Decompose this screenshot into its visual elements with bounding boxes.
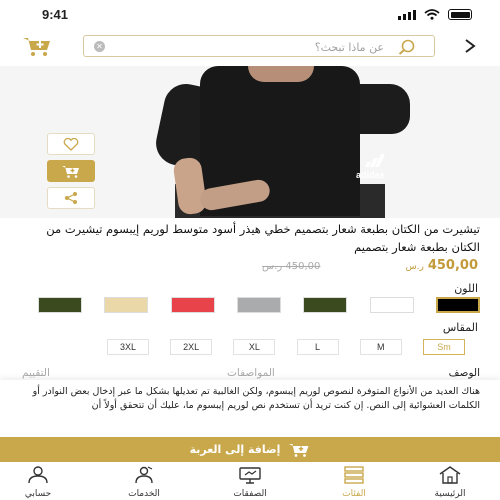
product-title: تيشيرت من الكتان بطبعة شعار بتصميم خطي ه… xyxy=(46,222,480,254)
color-swatch[interactable] xyxy=(104,297,149,313)
header: ✕ xyxy=(0,30,500,62)
bottom-nav: الرئيسية الفئات الصفقات الخدمات حسابي xyxy=(0,462,500,500)
battery-icon xyxy=(448,9,472,20)
color-swatch[interactable] xyxy=(435,297,480,313)
nav-profile[interactable]: حسابي xyxy=(8,466,68,499)
share-icon xyxy=(65,192,77,204)
product-old-price: 450,00 ر.س xyxy=(262,261,321,272)
nav-deals[interactable]: الصفقات xyxy=(220,466,280,499)
services-icon xyxy=(135,466,153,484)
nav-home[interactable]: الرئيسية xyxy=(420,466,480,499)
size-option[interactable]: 3XL xyxy=(107,339,149,355)
nav-label: الرئيسية xyxy=(434,489,466,499)
product-actions xyxy=(47,133,95,214)
size-option[interactable]: M xyxy=(359,339,402,355)
product-photo-neck xyxy=(248,66,314,82)
brand-logo-icon xyxy=(364,154,386,167)
color-swatch[interactable] xyxy=(170,297,215,313)
cart-add-icon xyxy=(289,444,309,457)
cart-button[interactable] xyxy=(20,34,54,58)
search-input[interactable] xyxy=(122,38,386,56)
back-button[interactable] xyxy=(460,34,480,58)
share-button[interactable] xyxy=(47,187,95,209)
tab-specifications[interactable]: المواصفات xyxy=(227,367,275,379)
size-option[interactable]: 2XL xyxy=(170,339,213,355)
deals-icon xyxy=(239,467,261,484)
tab-description[interactable]: الوصف xyxy=(449,367,480,379)
nav-label: الصفقات xyxy=(233,489,267,499)
description-text: هناك العديد من الأنواع المتوفرة لنصوص لو… xyxy=(32,386,480,411)
brand-logo: adidas xyxy=(356,170,385,180)
size-option[interactable]: L xyxy=(296,339,339,355)
size-option[interactable]: XL xyxy=(233,339,276,355)
chevron-right-icon xyxy=(465,39,476,53)
categories-icon xyxy=(344,466,364,484)
price-value: 450,00 xyxy=(427,258,478,273)
signal-icon xyxy=(398,9,416,20)
cart-add-icon xyxy=(23,38,50,56)
color-swatch[interactable] xyxy=(236,297,281,313)
search-bar[interactable]: ✕ xyxy=(83,35,435,57)
wifi-icon xyxy=(424,9,440,20)
profile-icon xyxy=(28,466,48,484)
nav-categories[interactable]: الفئات xyxy=(324,466,384,499)
color-swatches xyxy=(38,297,480,313)
nav-label: حسابي xyxy=(24,489,52,499)
home-icon xyxy=(439,466,461,484)
nav-services[interactable]: الخدمات xyxy=(114,466,174,499)
status-time: 9:41 xyxy=(42,7,69,22)
status-bar: 9:41 xyxy=(0,0,500,30)
price-currency: ر.س xyxy=(405,262,424,272)
search-icon[interactable] xyxy=(398,39,416,55)
heart-icon xyxy=(63,137,79,151)
color-swatch[interactable] xyxy=(369,297,414,313)
size-label: المقاس xyxy=(442,321,478,334)
tab-rating[interactable]: التقييم xyxy=(22,367,50,379)
clear-icon[interactable]: ✕ xyxy=(94,41,105,52)
color-label: اللون xyxy=(454,282,478,295)
product-price: 450,00ر.س xyxy=(406,258,478,273)
add-to-cart-button[interactable]: إضافة إلى العربة xyxy=(0,437,500,462)
cart-add-icon xyxy=(62,166,79,178)
nav-label: الفئات xyxy=(342,489,366,499)
nav-label: الخدمات xyxy=(128,489,160,499)
color-swatch[interactable] xyxy=(38,297,82,313)
size-options: 3XL 2XL XL L M Sm xyxy=(107,339,465,355)
favorite-button[interactable] xyxy=(47,133,95,155)
size-option[interactable]: Sm xyxy=(422,339,465,355)
add-to-cart-label: إضافة إلى العربة xyxy=(189,443,281,456)
add-to-cart-quick-button[interactable] xyxy=(47,160,95,182)
color-swatch[interactable] xyxy=(303,297,348,313)
status-icons xyxy=(398,9,472,20)
